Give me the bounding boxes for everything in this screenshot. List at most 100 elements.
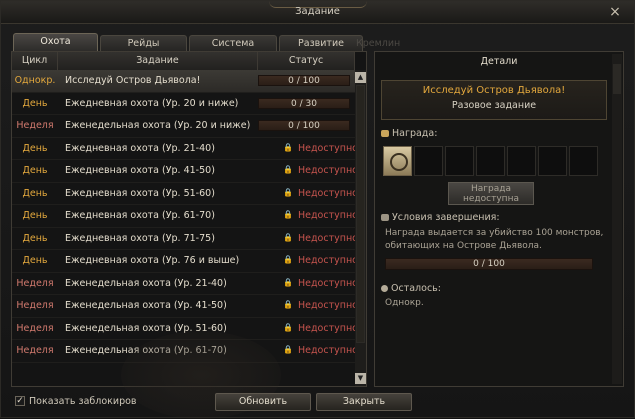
details-scrollbar[interactable] xyxy=(612,54,622,384)
reward-section-label: Награда: xyxy=(381,128,437,139)
remaining-section-label: Осталось: xyxy=(381,283,441,294)
show-locked-checkbox[interactable]: ✓ xyxy=(15,396,25,406)
quest-row[interactable]: День Ежедневная охота (Ур. 61-70) 🔒 Недосту… xyxy=(12,205,358,228)
conditions-text: Награда выдается за убийство 100 монстро… xyxy=(385,228,604,251)
quest-task: Ежедневная охота (Ур. 76 и выше) xyxy=(65,255,240,266)
quest-row[interactable]: Неделя Еженедельная охота (Ур. 21-40) 🔒 Нед… xyxy=(12,273,358,295)
quest-row[interactable]: День Ежедневная охота (Ур. 71-75) 🔒 Недосту… xyxy=(12,228,358,250)
quest-cycle: Неделя xyxy=(16,322,54,334)
claim-reward-button[interactable]: Награда недоступна xyxy=(448,182,534,205)
quest-list: Однокр. Исследуй Остров Дьявола! 0 / 100 Де… xyxy=(12,70,358,363)
lock-icon: 🔒 xyxy=(283,300,293,309)
lock-icon: 🔒 xyxy=(283,277,293,287)
quest-task: Ежедневная охота (Ур. 20 и ниже) xyxy=(65,97,239,109)
quest-task: Ежедневная охота (Ур. 21-40) xyxy=(65,142,215,154)
quest-status: Недоступно xyxy=(298,142,358,154)
quest-cycle: День xyxy=(22,97,48,109)
quest-cycle: Однокр. xyxy=(14,75,56,86)
quest-status: Недоступно xyxy=(298,255,358,266)
quest-row[interactable]: Неделя Еженедельная охота (Ур. 20 и ниже)… xyxy=(12,115,355,138)
quest-task: Еженедельная охота (Ур. 21-40) xyxy=(65,277,227,289)
quest-status: Недоступно xyxy=(298,210,358,221)
quest-summary-box: Исследуй Остров Дьявола! Разовое задание xyxy=(381,80,607,120)
quest-cycle: Неделя xyxy=(16,277,54,289)
tab-hunt[interactable]: Охота xyxy=(13,33,98,52)
reward-item-icon[interactable] xyxy=(383,146,412,176)
scroll-thumb[interactable] xyxy=(356,85,365,343)
quest-row[interactable]: День Ежедневная охота (Ур. 76 и выше) 🔒 Нед… xyxy=(12,250,358,273)
scroll-up-icon[interactable]: ▲ xyxy=(355,72,366,83)
quest-status: Недоступно xyxy=(298,165,358,176)
reward-slot xyxy=(414,146,443,176)
reward-label: Награда: xyxy=(392,128,438,139)
conditions-section-label: Условия завершения: xyxy=(381,212,500,223)
refresh-button[interactable]: Обновить xyxy=(215,393,311,411)
lock-icon: 🔒 xyxy=(283,142,293,152)
quest-list-scrollbar[interactable]: ▲ ▼ xyxy=(355,70,366,386)
reward-slot xyxy=(445,146,474,176)
tab-ghost-label: Кремлин xyxy=(356,38,401,49)
quest-task: Исследуй Остров Дьявола! xyxy=(65,75,201,86)
claim-reward-label-line1: Награда xyxy=(471,184,511,194)
quest-status: Недоступно xyxy=(298,322,358,334)
reward-slot xyxy=(476,146,505,176)
show-locked-label: Показать заблокиров xyxy=(29,396,137,407)
column-header-cycle: Цикл xyxy=(12,52,58,70)
remaining-label: Осталось: xyxy=(391,283,441,294)
quest-row[interactable]: День Ежедневная охота (Ур. 21-40) 🔒 Недосту… xyxy=(12,138,358,160)
quest-cycle: День xyxy=(22,142,48,154)
quest-row[interactable]: Однокр. Исследуй Остров Дьявола! 0 / 100 xyxy=(12,70,355,93)
lock-icon: 🔒 xyxy=(283,232,293,242)
quest-progress-bar: 0 / 30 xyxy=(258,97,350,109)
tab-raids[interactable]: Рейды xyxy=(100,35,187,51)
quest-status: Недоступно xyxy=(298,187,358,199)
quest-row[interactable]: День Ежедневная охота (Ур. 51-60) 🔒 Недосту… xyxy=(12,183,358,205)
quest-cycle: День xyxy=(22,187,48,199)
scroll-down-icon[interactable]: ▼ xyxy=(355,373,366,384)
lock-icon: 🔒 xyxy=(283,187,293,197)
details-header: Детали xyxy=(480,56,518,67)
quest-cycle: День xyxy=(22,232,48,244)
quest-progress-bar: 0 / 100 xyxy=(258,75,350,86)
quest-task: Ежедневная охота (Ур. 71-75) xyxy=(65,232,215,244)
lock-icon: 🔒 xyxy=(283,322,293,332)
close-icon[interactable]: × xyxy=(608,5,622,19)
quest-task: Ежедневная охота (Ур. 51-60) xyxy=(65,187,215,199)
column-header-task: Задание xyxy=(58,52,258,70)
remaining-value: Однокр. xyxy=(385,298,424,308)
conditions-progress-bar: 0 / 100 xyxy=(385,258,593,270)
quest-task: Ежедневная охота (Ур. 41-50) xyxy=(65,165,215,176)
reward-slot xyxy=(569,146,598,176)
claim-reward-label-line2: недоступна xyxy=(463,194,519,204)
conditions-label: Условия завершения: xyxy=(392,212,500,223)
quest-window: Задание × Охота Рейды Система Развитие К… xyxy=(0,0,635,419)
lock-icon: 🔒 xyxy=(283,210,293,219)
quest-row[interactable]: День Ежедневная охота (Ур. 41-50) 🔒 Недосту… xyxy=(12,160,358,183)
quest-status: Недоступно xyxy=(298,300,358,311)
quest-status: Недоступно xyxy=(298,277,358,289)
remaining-icon xyxy=(381,285,388,292)
column-header-status: Статус xyxy=(258,52,355,70)
quest-row[interactable]: День Ежедневная охота (Ур. 20 и ниже) 0 / … xyxy=(12,93,355,115)
quest-cycle: Неделя xyxy=(16,345,54,356)
quest-name: Исследуй Остров Дьявола! xyxy=(422,85,566,96)
close-button[interactable]: Закрыть xyxy=(316,393,412,411)
tab-system[interactable]: Система xyxy=(189,35,277,51)
quest-cycle: День xyxy=(22,210,48,221)
quest-status: Недоступно xyxy=(298,345,358,356)
lock-icon: 🔒 xyxy=(283,165,293,174)
lock-icon: 🔒 xyxy=(283,345,293,354)
reward-slots xyxy=(383,146,601,176)
quest-type: Разовое задание xyxy=(451,100,537,111)
tab-development[interactable]: Развитие xyxy=(279,35,363,51)
quest-task: Еженедельная охота (Ур. 20 и ниже) xyxy=(65,120,251,131)
quest-row[interactable]: Неделя Еженедельная охота (Ур. 41-50) 🔒 Нед… xyxy=(12,295,358,318)
details-scroll-thumb[interactable] xyxy=(613,64,621,94)
reward-slot xyxy=(507,146,536,176)
reward-slot xyxy=(538,146,567,176)
quest-cycle: День xyxy=(22,165,48,176)
title-bar[interactable]: Задание × xyxy=(1,1,634,24)
quest-cycle: День xyxy=(22,255,48,266)
quest-status: Недоступно xyxy=(298,232,358,244)
window-title: Задание xyxy=(295,6,340,17)
